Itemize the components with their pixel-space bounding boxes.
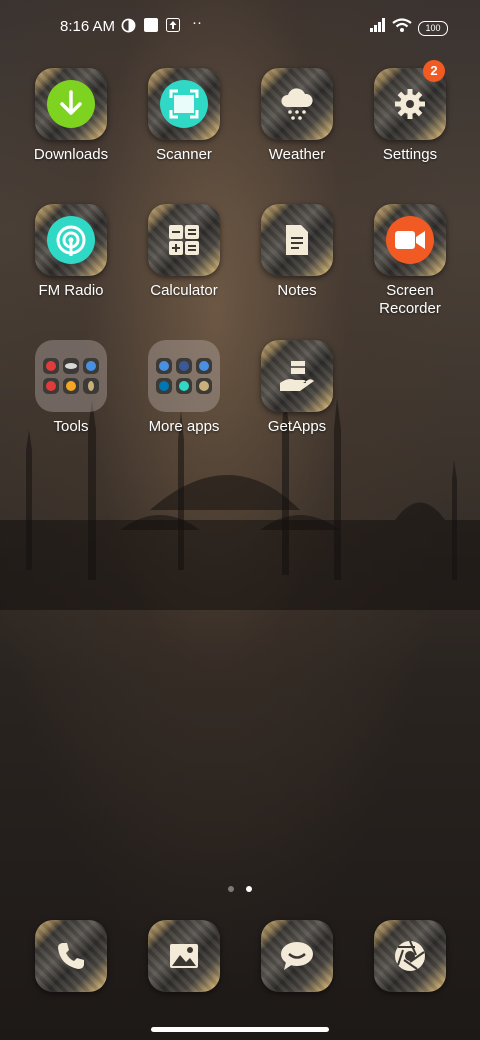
weather-tile	[261, 68, 333, 140]
download-arrow-icon	[47, 80, 95, 128]
gear-icon	[386, 80, 434, 128]
wifi-icon	[392, 18, 412, 37]
app-notes[interactable]: Notes	[242, 204, 352, 300]
getapps-tile	[261, 340, 333, 412]
dock-camera[interactable]	[355, 920, 465, 992]
app-label: More apps	[148, 418, 220, 435]
page-dot-active[interactable]	[246, 886, 253, 892]
mini-app-icon	[43, 378, 59, 394]
vpn-icon	[121, 18, 136, 37]
app-label: GetApps	[267, 418, 327, 435]
status-bar: 8:16 AM ·· 100	[0, 0, 480, 56]
home-gesture-bar[interactable]	[151, 1027, 329, 1032]
app-downloads[interactable]: Downloads	[16, 68, 126, 164]
messages-icon	[273, 932, 321, 980]
mini-app-icon	[63, 358, 79, 374]
app-label: Weather	[268, 146, 326, 163]
app-label: Notes	[277, 282, 317, 299]
app-screen-recorder[interactable]: Screen Recorder	[355, 204, 465, 318]
phone-icon	[47, 932, 95, 980]
gallery-tile	[148, 920, 220, 992]
app-label: FM Radio	[38, 282, 104, 299]
page-dot[interactable]	[228, 886, 234, 892]
folder-more-apps[interactable]: More apps	[129, 340, 239, 436]
messages-tile	[261, 920, 333, 992]
app-fm-radio[interactable]: FM Radio	[16, 204, 126, 300]
gallery-icon	[160, 932, 208, 980]
app-scanner[interactable]: Scanner	[129, 68, 239, 164]
calculator-tile	[148, 204, 220, 276]
app-calculator[interactable]: Calculator	[129, 204, 239, 300]
notification-badge: 2	[423, 60, 445, 82]
mini-app-icon	[176, 378, 192, 394]
mini-app-icon	[83, 358, 99, 374]
upload-icon	[166, 18, 180, 36]
app-label: Settings	[382, 146, 438, 163]
mini-app-icon	[156, 358, 172, 374]
tools-folder-preview	[35, 340, 107, 412]
app-settings[interactable]: 2 Settings	[355, 60, 465, 164]
notes-tile	[261, 204, 333, 276]
camera-shutter-icon	[386, 932, 434, 980]
camera-tile	[374, 920, 446, 992]
fm-radio-tile	[35, 204, 107, 276]
page-indicator	[228, 879, 260, 897]
app-label: Tools	[53, 418, 89, 435]
scan-frame-icon	[160, 80, 208, 128]
app-label: Screen Recorder	[379, 282, 441, 317]
mini-app-icon	[83, 378, 99, 394]
status-time: 8:16 AM	[60, 18, 116, 35]
app-label: Calculator	[150, 282, 218, 299]
app-getapps[interactable]: GetApps	[242, 340, 352, 436]
scanner-tile	[148, 68, 220, 140]
mini-app-icon	[43, 358, 59, 374]
mini-app-icon	[196, 378, 212, 394]
screen-recorder-tile	[374, 204, 446, 276]
radio-icon	[47, 216, 95, 264]
app-label: Downloads	[33, 146, 109, 163]
document-icon	[273, 216, 321, 264]
mini-app-icon	[156, 378, 172, 394]
dock-messages[interactable]	[242, 920, 352, 992]
battery-indicator: 100	[418, 21, 448, 36]
more-dots-icon: ··	[192, 14, 202, 31]
app-weather[interactable]: Weather	[242, 68, 352, 164]
downloads-tile	[35, 68, 107, 140]
more-apps-folder-preview	[148, 340, 220, 412]
video-camera-icon	[386, 216, 434, 264]
snow-cloud-icon	[273, 80, 321, 128]
calculator-icon	[160, 216, 208, 264]
mini-app-icon	[196, 358, 212, 374]
folder-tools[interactable]: Tools	[16, 340, 126, 436]
phone-tile	[35, 920, 107, 992]
dock-gallery[interactable]	[129, 920, 239, 992]
app-label: Scanner	[156, 146, 212, 163]
dock-phone[interactable]	[16, 920, 126, 992]
signal-icon	[370, 18, 386, 36]
mini-app-icon	[176, 358, 192, 374]
mini-app-icon	[63, 378, 79, 394]
hand-box-icon	[273, 352, 321, 400]
notification-square-icon	[144, 18, 158, 36]
